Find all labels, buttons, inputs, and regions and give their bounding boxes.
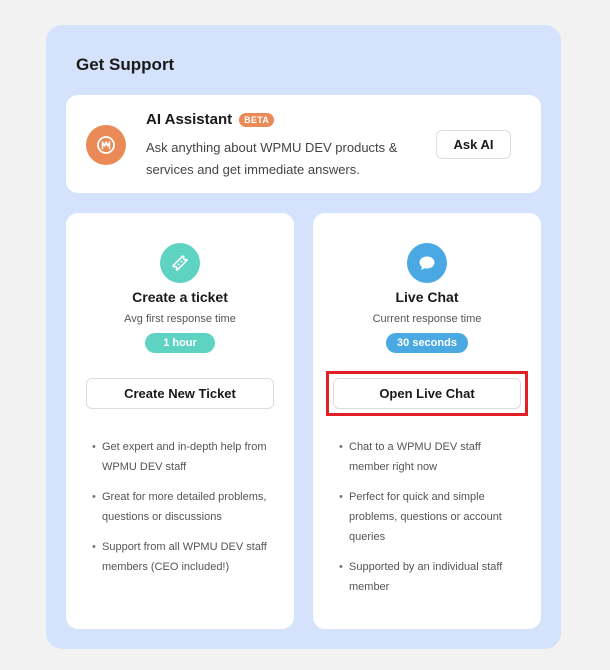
list-item: Supported by an individual staff member	[339, 557, 519, 597]
chat-bubble-icon	[407, 243, 447, 283]
create-new-ticket-button[interactable]: Create New Ticket	[86, 378, 274, 409]
ai-assistant-card: AI Assistant BETA Ask anything about WPM…	[66, 95, 541, 193]
ai-logo-icon	[86, 125, 126, 165]
create-ticket-title: Create a ticket	[132, 289, 228, 305]
chat-response-time-badge: 30 seconds	[386, 333, 468, 353]
ticket-features-list: Get expert and in-depth help from WPMU D…	[92, 437, 272, 587]
open-live-chat-button[interactable]: Open Live Chat	[333, 378, 521, 409]
live-chat-card: Live Chat Current response time 30 secon…	[313, 213, 541, 629]
chat-features-list: Chat to a WPMU DEV staff member right no…	[339, 437, 519, 607]
create-ticket-subtitle: Avg first response time	[124, 313, 236, 325]
live-chat-title: Live Chat	[395, 289, 459, 305]
ticket-icon	[160, 243, 200, 283]
list-item: Great for more detailed problems, questi…	[92, 487, 272, 527]
list-item: Chat to a WPMU DEV staff member right no…	[339, 437, 519, 477]
live-chat-subtitle: Current response time	[372, 313, 482, 325]
ai-assistant-title: AI Assistant	[146, 111, 233, 128]
list-item: Support from all WPMU DEV staff members …	[92, 537, 272, 577]
create-ticket-card: Create a ticket Avg first response time …	[66, 213, 294, 629]
panel-title: Get Support	[76, 55, 175, 74]
list-item: Get expert and in-depth help from WPMU D…	[92, 437, 272, 477]
support-panel: Get Support AI Assistant BETA Ask anythi…	[46, 25, 561, 649]
list-item: Perfect for quick and simple problems, q…	[339, 487, 519, 547]
beta-badge: BETA	[239, 112, 275, 127]
ticket-response-time-badge: 1 hour	[145, 333, 215, 353]
ai-assistant-description: Ask anything about WPMU DEV products & s…	[146, 140, 398, 177]
ask-ai-button[interactable]: Ask AI	[436, 130, 511, 159]
